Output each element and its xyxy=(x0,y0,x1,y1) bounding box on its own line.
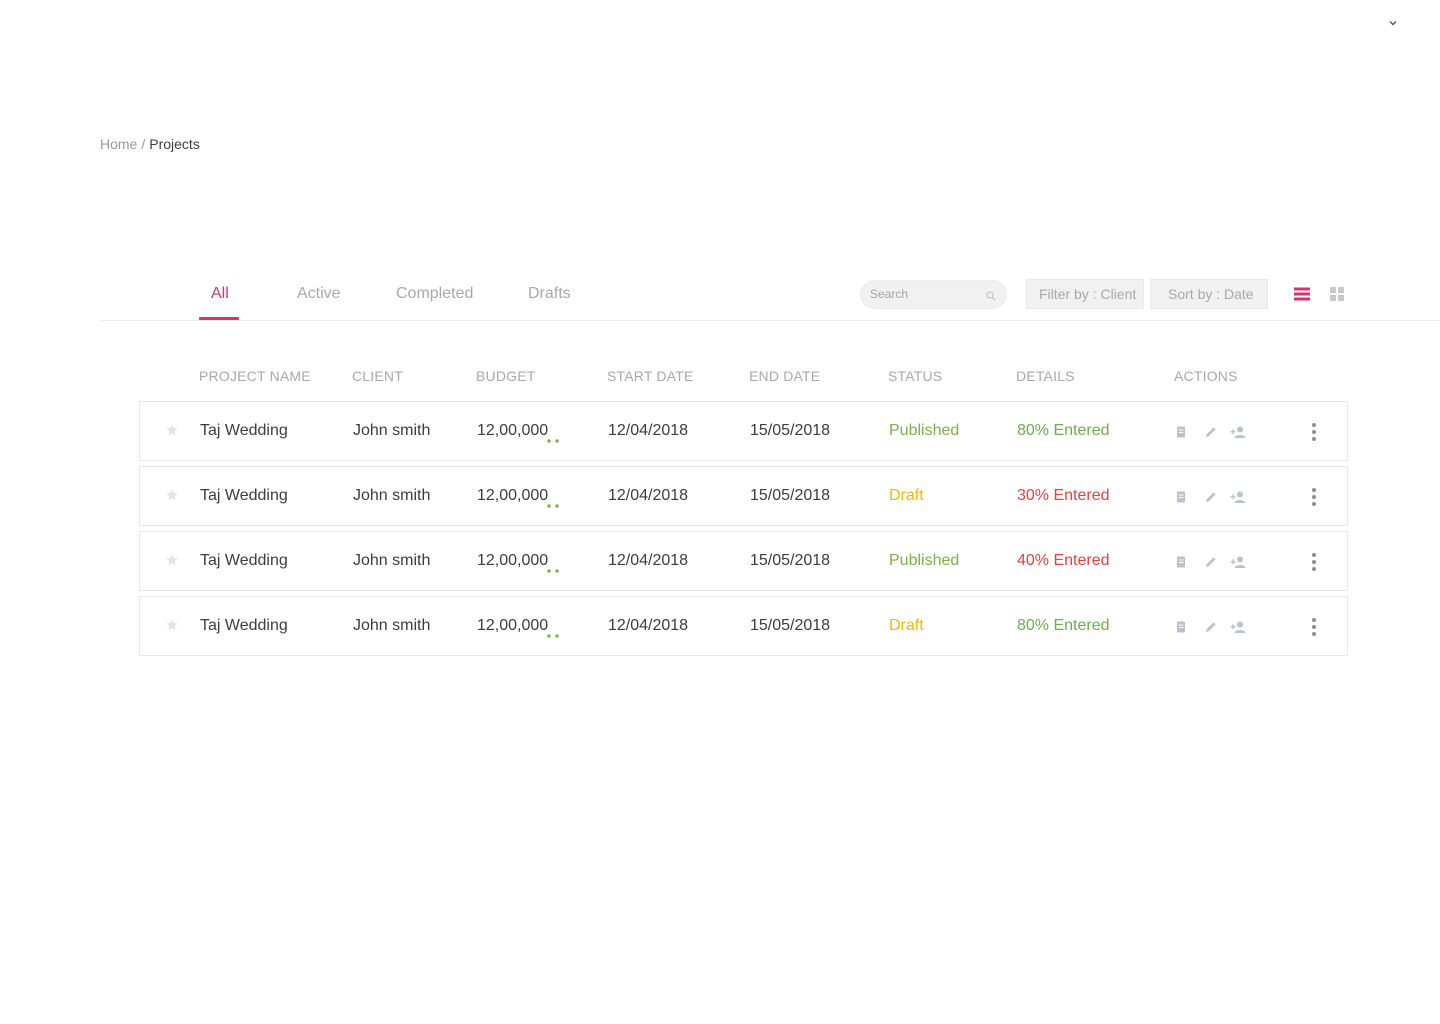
breadcrumb-current: Projects xyxy=(149,136,200,152)
chevron-down-icon[interactable] xyxy=(1385,15,1401,31)
column-header-end-date[interactable]: END DATE xyxy=(749,368,820,384)
breadcrumb-home[interactable]: Home xyxy=(100,136,137,152)
start-date-cell: 12/04/2018 xyxy=(608,487,689,504)
more-vertical-icon[interactable] xyxy=(1311,422,1317,442)
search-box xyxy=(860,280,1007,309)
table-row[interactable]: Taj Wedding John smith 12,00,000 12/04/2… xyxy=(139,531,1348,591)
table-row[interactable]: Taj Wedding John smith 12,00,000 12/04/2… xyxy=(139,401,1348,461)
document-icon[interactable] xyxy=(1173,554,1189,570)
search-input[interactable] xyxy=(870,287,980,301)
end-date-cell: 15/05/2018 xyxy=(750,422,831,439)
filter-dropdown[interactable]: Filter by : Client xyxy=(1026,279,1144,309)
budget-cell: 12,00,000 xyxy=(477,487,549,504)
more-vertical-icon[interactable] xyxy=(1311,487,1317,507)
column-header-budget[interactable]: BUDGET xyxy=(476,368,536,384)
start-date-cell: 12/04/2018 xyxy=(608,617,689,634)
table-header: PROJECT NAME CLIENT BUDGET START DATE EN… xyxy=(0,368,1440,384)
budget-indicator-icon xyxy=(547,625,561,638)
add-person-icon[interactable] xyxy=(1230,619,1246,635)
column-header-status[interactable]: STATUS xyxy=(888,368,942,384)
table-row[interactable]: Taj Wedding John smith 12,00,000 12/04/2… xyxy=(139,596,1348,656)
edit-pencil-icon[interactable] xyxy=(1203,554,1219,570)
document-icon[interactable] xyxy=(1173,424,1189,440)
tab-active[interactable]: Active xyxy=(297,285,341,303)
client-cell: John smith xyxy=(353,552,431,569)
add-person-icon[interactable] xyxy=(1230,554,1246,570)
details-cell: 80% Entered xyxy=(1017,617,1110,634)
more-vertical-icon[interactable] xyxy=(1311,617,1317,637)
star-icon[interactable] xyxy=(165,488,179,502)
budget-indicator-icon xyxy=(547,430,561,443)
column-header-actions: ACTIONS xyxy=(1174,368,1238,384)
list-view-icon[interactable] xyxy=(1294,286,1310,302)
budget-indicator-icon xyxy=(547,560,561,573)
sort-dropdown[interactable]: Sort by : Date xyxy=(1150,279,1268,309)
client-cell: John smith xyxy=(353,422,431,439)
project-name-cell[interactable]: Taj Wedding xyxy=(200,617,288,635)
start-date-cell: 12/04/2018 xyxy=(608,422,689,439)
column-header-start-date[interactable]: START DATE xyxy=(607,368,694,384)
document-icon[interactable] xyxy=(1173,489,1189,505)
tab-completed[interactable]: Completed xyxy=(396,285,473,303)
client-cell: John smith xyxy=(353,487,431,504)
more-vertical-icon[interactable] xyxy=(1311,552,1317,572)
tab-all[interactable]: All xyxy=(211,285,229,303)
add-person-icon[interactable] xyxy=(1230,424,1246,440)
document-icon[interactable] xyxy=(1173,619,1189,635)
star-icon[interactable] xyxy=(165,423,179,437)
budget-cell: 12,00,000 xyxy=(477,617,549,634)
details-cell: 80% Entered xyxy=(1017,422,1110,439)
edit-pencil-icon[interactable] xyxy=(1203,424,1219,440)
end-date-cell: 15/05/2018 xyxy=(750,487,831,504)
status-cell: Published xyxy=(889,422,960,439)
tab-drafts[interactable]: Drafts xyxy=(528,285,571,303)
search-icon[interactable] xyxy=(985,289,997,301)
column-header-client[interactable]: CLIENT xyxy=(352,368,403,384)
column-header-project-name[interactable]: PROJECT NAME xyxy=(199,368,311,384)
client-cell: John smith xyxy=(353,617,431,634)
start-date-cell: 12/04/2018 xyxy=(608,552,689,569)
details-cell: 40% Entered xyxy=(1017,552,1110,569)
status-cell: Published xyxy=(889,552,960,569)
project-name-cell[interactable]: Taj Wedding xyxy=(200,552,288,570)
details-cell: 30% Entered xyxy=(1017,487,1110,504)
project-name-cell[interactable]: Taj Wedding xyxy=(200,422,288,440)
project-toolbar: All Active Completed Drafts Filter by : … xyxy=(100,270,1440,321)
end-date-cell: 15/05/2018 xyxy=(750,552,831,569)
table-row[interactable]: Taj Wedding John smith 12,00,000 12/04/2… xyxy=(139,466,1348,526)
edit-pencil-icon[interactable] xyxy=(1203,619,1219,635)
edit-pencil-icon[interactable] xyxy=(1203,489,1219,505)
project-name-cell[interactable]: Taj Wedding xyxy=(200,487,288,505)
breadcrumb: Home / Projects xyxy=(100,136,200,152)
status-cell: Draft xyxy=(889,617,924,634)
status-cell: Draft xyxy=(889,487,924,504)
end-date-cell: 15/05/2018 xyxy=(750,617,831,634)
star-icon[interactable] xyxy=(165,553,179,567)
breadcrumb-separator: / xyxy=(141,136,146,152)
active-tab-indicator xyxy=(199,317,239,320)
budget-indicator-icon xyxy=(547,495,561,508)
star-icon[interactable] xyxy=(165,618,179,632)
grid-view-icon[interactable] xyxy=(1329,286,1345,302)
column-header-details[interactable]: DETAILS xyxy=(1016,368,1075,384)
budget-cell: 12,00,000 xyxy=(477,422,549,439)
add-person-icon[interactable] xyxy=(1230,489,1246,505)
budget-cell: 12,00,000 xyxy=(477,552,549,569)
